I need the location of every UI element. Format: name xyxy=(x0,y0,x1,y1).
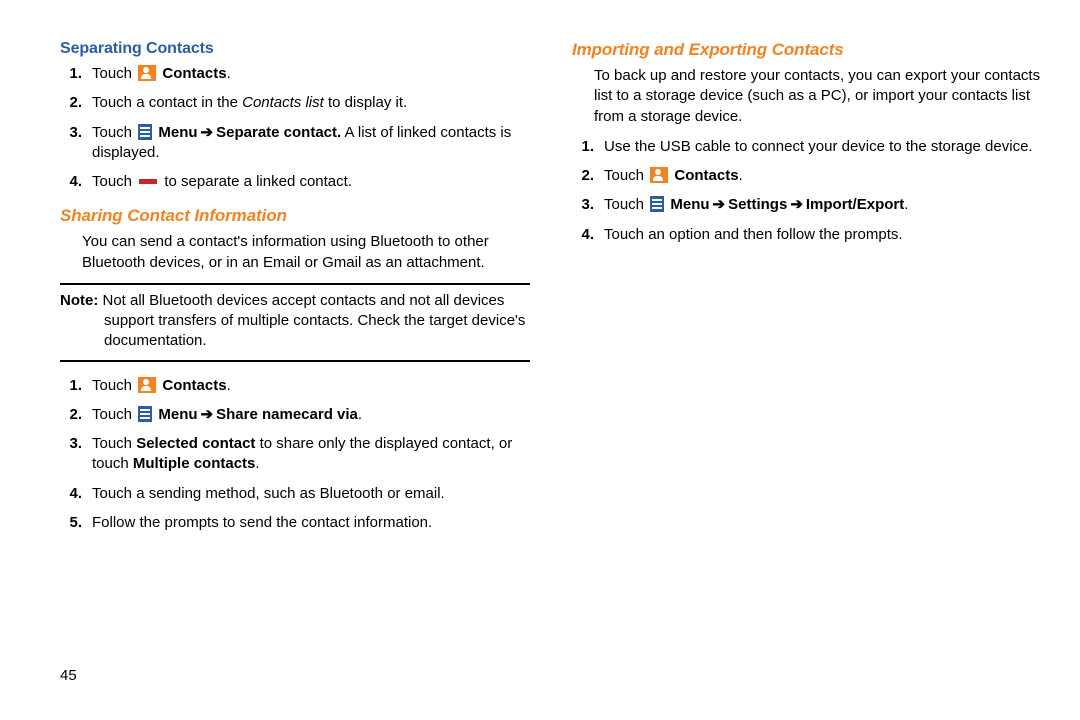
sharing-steps: 1. Touch Contacts. 2. Touch Menu➔Share n… xyxy=(60,376,530,534)
list-item: 1. Touch Contacts. xyxy=(86,376,530,396)
left-column: Separating Contacts 1. Touch Contacts. 2… xyxy=(60,40,530,542)
list-item: 1. Use the USB cable to connect your dev… xyxy=(598,137,1042,157)
minus-icon xyxy=(139,179,157,184)
menu-icon xyxy=(138,406,152,422)
heading-import-export: Importing and Exporting Contacts xyxy=(572,40,1042,60)
contacts-icon xyxy=(650,167,668,183)
heading-separating-contacts: Separating Contacts xyxy=(60,40,530,58)
list-item: 4. Touch a sending method, such as Bluet… xyxy=(86,484,530,504)
list-item: 4. Touch an option and then follow the p… xyxy=(598,225,1042,245)
note-text: Note: Not all Bluetooth devices accept c… xyxy=(60,291,530,352)
contacts-icon xyxy=(138,65,156,81)
list-item: 4. Touch to separate a linked contact. xyxy=(86,172,530,192)
right-column: Importing and Exporting Contacts To back… xyxy=(572,40,1042,542)
list-item: 1. Touch Contacts. xyxy=(86,64,530,84)
separating-steps: 1. Touch Contacts. 2. Touch a contact in… xyxy=(60,64,530,192)
menu-icon xyxy=(138,124,152,140)
import-intro: To back up and restore your contacts, yo… xyxy=(594,66,1042,127)
list-item: 3. Touch Menu➔Separate contact. A list o… xyxy=(86,123,530,164)
sharing-intro: You can send a contact's information usi… xyxy=(82,232,530,273)
page-number: 45 xyxy=(60,667,77,684)
heading-sharing-contact-info: Sharing Contact Information xyxy=(60,206,530,226)
list-item: 2. Touch a contact in the Contacts list … xyxy=(86,93,530,113)
note-block: Note: Not all Bluetooth devices accept c… xyxy=(60,283,530,362)
import-steps: 1. Use the USB cable to connect your dev… xyxy=(572,137,1042,245)
list-item: 2. Touch Menu➔Share namecard via. xyxy=(86,405,530,425)
note-rule-top xyxy=(60,283,530,285)
contacts-icon xyxy=(138,377,156,393)
list-item: 5. Follow the prompts to send the contac… xyxy=(86,513,530,533)
list-item: 3. Touch Menu➔Settings➔Import/Export. xyxy=(598,195,1042,215)
menu-icon xyxy=(650,196,664,212)
note-rule-bottom xyxy=(60,360,530,362)
list-item: 3. Touch Selected contact to share only … xyxy=(86,434,530,475)
list-item: 2. Touch Contacts. xyxy=(598,166,1042,186)
